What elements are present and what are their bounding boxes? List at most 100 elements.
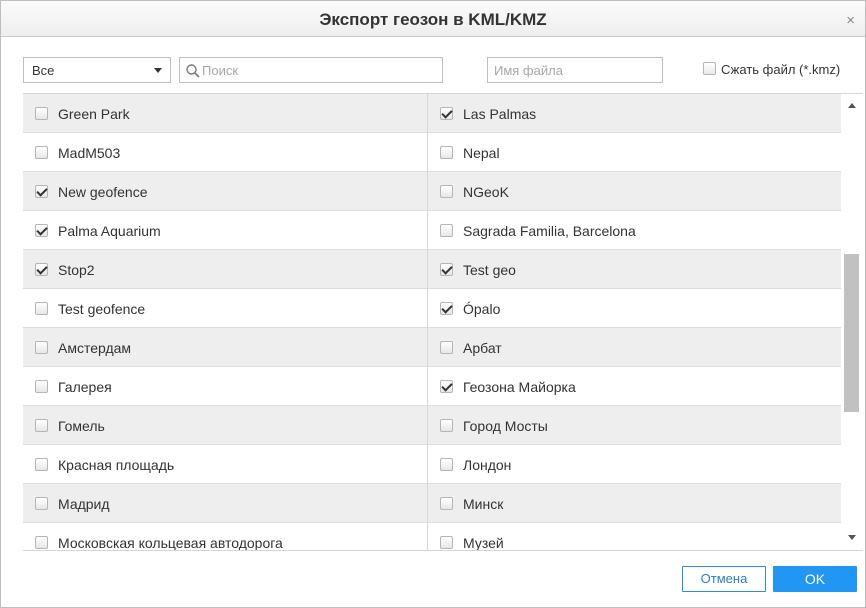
geofence-checkbox[interactable] xyxy=(35,497,48,510)
scrollbar-thumb[interactable] xyxy=(844,254,859,412)
geofence-label: Лондон xyxy=(463,457,512,473)
scrollbar[interactable] xyxy=(841,94,863,550)
geofence-label: Амстердам xyxy=(58,340,132,356)
geofence-label: NGeoK xyxy=(463,184,509,200)
geofence-checkbox[interactable] xyxy=(440,146,453,159)
dialog-footer: Отмена OK xyxy=(1,551,865,607)
geofence-checkbox[interactable] xyxy=(35,263,48,276)
filename-input[interactable] xyxy=(494,61,658,79)
geofence-item[interactable]: Test geo xyxy=(428,250,841,289)
table-row: Амстердам Арбат xyxy=(23,328,841,367)
geofence-checkbox[interactable] xyxy=(35,341,48,354)
geofence-label: Мадрид xyxy=(58,496,110,512)
compress-checkbox[interactable] xyxy=(703,62,716,75)
geofence-checkbox[interactable] xyxy=(440,263,453,276)
search-field[interactable] xyxy=(179,57,443,83)
geofence-list-container: Green Park Las Palmas MadM503 Nepal New geof… xyxy=(23,93,863,551)
table-row: New geofence NGeoK xyxy=(23,172,841,211)
ok-button[interactable]: OK xyxy=(773,566,857,592)
geofence-label: Московская кольцевая автодорога xyxy=(58,535,283,551)
geofence-label: New geofence xyxy=(58,184,148,200)
dialog-titlebar: Экспорт геозон в KML/KMZ × xyxy=(1,1,865,37)
geofence-item[interactable]: Stop2 xyxy=(23,250,428,289)
scroll-up-arrow-icon[interactable] xyxy=(848,103,856,108)
table-row: Галерея Геозона Майорка xyxy=(23,367,841,406)
geofence-checkbox[interactable] xyxy=(440,497,453,510)
table-row: Красная площадь Лондон xyxy=(23,445,841,484)
geofence-label: Ópalo xyxy=(463,301,501,317)
geofence-item[interactable]: Галерея xyxy=(23,367,428,406)
compress-label: Сжать файл (*.kmz) xyxy=(721,62,841,77)
geofence-item[interactable]: Ópalo xyxy=(428,289,841,328)
geofence-checkbox[interactable] xyxy=(35,458,48,471)
geofence-item[interactable]: Геозона Майорка xyxy=(428,367,841,406)
chevron-down-icon xyxy=(154,68,162,73)
geofence-item[interactable]: Минск xyxy=(428,484,841,523)
table-row: Гомель Город Мосты xyxy=(23,406,841,445)
geofence-item[interactable]: Красная площадь xyxy=(23,445,428,484)
geofence-item[interactable]: Гомель xyxy=(23,406,428,445)
geofence-item[interactable]: Амстердам xyxy=(23,328,428,367)
geofence-label: Музей xyxy=(463,535,504,551)
geofence-checkbox[interactable] xyxy=(35,107,48,120)
geofence-checkbox[interactable] xyxy=(440,185,453,198)
dialog-title: Экспорт геозон в KML/KMZ xyxy=(319,10,547,29)
geofence-item[interactable]: NGeoK xyxy=(428,172,841,211)
geofence-label: Город Мосты xyxy=(463,418,548,434)
geofence-label: Stop2 xyxy=(58,262,95,278)
geofence-label: Минск xyxy=(463,496,504,512)
geofence-item[interactable]: Green Park xyxy=(23,94,428,133)
geofence-item[interactable]: New geofence xyxy=(23,172,428,211)
cancel-button[interactable]: Отмена xyxy=(682,566,766,592)
geofence-checkbox[interactable] xyxy=(35,380,48,393)
search-icon xyxy=(186,64,200,78)
geofence-label: Sagrada Familia, Barcelona xyxy=(463,223,636,239)
filename-field[interactable] xyxy=(487,57,663,83)
geofence-checkbox[interactable] xyxy=(440,224,453,237)
geofence-checkbox[interactable] xyxy=(35,419,48,432)
geofence-item[interactable]: Sagrada Familia, Barcelona xyxy=(428,211,841,250)
scroll-down-arrow-icon[interactable] xyxy=(848,535,856,540)
geofence-checkbox[interactable] xyxy=(35,146,48,159)
geofence-item[interactable]: Лондон xyxy=(428,445,841,484)
geofence-checkbox[interactable] xyxy=(440,536,453,549)
geofence-label: Green Park xyxy=(58,106,130,122)
filter-select-value: Все xyxy=(32,63,55,78)
geofence-label: Las Palmas xyxy=(463,106,537,122)
geofence-label: Test geo xyxy=(463,262,516,278)
geofence-checkbox[interactable] xyxy=(440,341,453,354)
geofence-label: MadM503 xyxy=(58,145,121,161)
geofence-checkbox[interactable] xyxy=(35,536,48,549)
table-row: Московская кольцевая автодорога Музей xyxy=(23,523,841,551)
geofence-item[interactable]: Мадрид xyxy=(23,484,428,523)
geofence-checkbox[interactable] xyxy=(440,419,453,432)
geofence-item[interactable]: Nepal xyxy=(428,133,841,172)
geofence-checkbox[interactable] xyxy=(440,302,453,315)
geofence-item[interactable]: Test geofence xyxy=(23,289,428,328)
geofence-label: Гомель xyxy=(58,418,105,434)
geofence-checkbox[interactable] xyxy=(440,458,453,471)
geofence-label: Palma Aquarium xyxy=(58,223,161,239)
geofence-item[interactable]: Московская кольцевая автодорога xyxy=(23,523,428,551)
geofence-checkbox[interactable] xyxy=(35,302,48,315)
geofence-item[interactable]: Город Мосты xyxy=(428,406,841,445)
geofence-checkbox[interactable] xyxy=(35,185,48,198)
table-row: MadM503 Nepal xyxy=(23,133,841,172)
search-input[interactable] xyxy=(202,61,438,79)
geofence-item[interactable]: Музей xyxy=(428,523,841,551)
geofence-checkbox[interactable] xyxy=(440,107,453,120)
export-geofences-dialog: Экспорт геозон в KML/KMZ × Все Сжать фай… xyxy=(0,0,866,608)
geofence-checkbox[interactable] xyxy=(35,224,48,237)
table-row: Test geofence Ópalo xyxy=(23,289,841,328)
toolbar: Все Сжать файл (*.kmz) xyxy=(1,37,865,93)
geofence-checkbox[interactable] xyxy=(440,380,453,393)
table-row: Мадрид Минск xyxy=(23,484,841,523)
geofence-item[interactable]: Palma Aquarium xyxy=(23,211,428,250)
geofence-item[interactable]: Арбат xyxy=(428,328,841,367)
geofence-item[interactable]: Las Palmas xyxy=(428,94,841,133)
close-icon[interactable]: × xyxy=(846,12,855,29)
filter-select[interactable]: Все xyxy=(23,57,171,83)
geofence-item[interactable]: MadM503 xyxy=(23,133,428,172)
geofence-label: Арбат xyxy=(463,340,502,356)
table-row: Stop2 Test geo xyxy=(23,250,841,289)
